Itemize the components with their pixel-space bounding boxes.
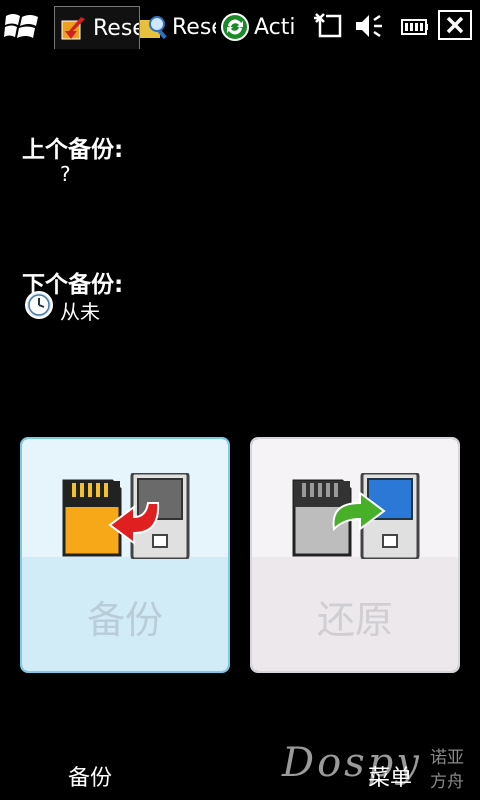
no-signal-icon[interactable] [310, 10, 344, 42]
softkey-right-menu[interactable]: 菜单 [368, 760, 412, 792]
watermark-line2: 方舟 [430, 772, 464, 792]
softkey-left-backup[interactable]: 备份 [68, 760, 112, 792]
backup-tile-button[interactable]: 备份 [20, 437, 230, 673]
tab-activesync[interactable]: Acti [220, 6, 300, 48]
last-backup-value: ? [60, 162, 71, 186]
taskbar: Rese Rese Acti [0, 0, 480, 52]
tab-label: Rese [93, 15, 139, 41]
battery-icon[interactable] [400, 10, 430, 42]
next-backup-value: 从未 [60, 300, 100, 324]
restore-icon [292, 473, 420, 559]
tab-resco-explorer[interactable]: Rese [138, 6, 216, 48]
watermark-line1: 诺亚 [430, 748, 464, 768]
last-backup-label: 上个备份: [22, 137, 124, 163]
backup-tile-label: 备份 [86, 598, 163, 642]
windows-start-icon[interactable] [4, 10, 40, 42]
tab-label: Rese [172, 14, 216, 40]
tab-resco-backup[interactable]: Rese [54, 6, 140, 49]
volume-icon[interactable] [352, 10, 386, 42]
backup-icon [62, 473, 190, 559]
backup-app-icon [61, 17, 85, 40]
search-folder-icon [140, 16, 167, 40]
tab-label: Acti [254, 14, 296, 40]
sync-icon [221, 13, 249, 41]
close-icon [446, 16, 464, 34]
restore-tile-label: 还原 [316, 598, 393, 642]
restore-tile-button[interactable]: 还原 [250, 437, 460, 673]
close-button[interactable] [438, 10, 472, 40]
clock-icon [25, 291, 53, 319]
